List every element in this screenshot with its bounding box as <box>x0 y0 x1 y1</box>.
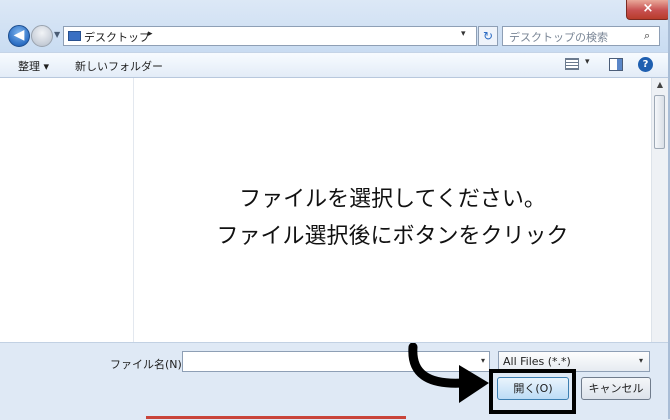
search-input[interactable]: デスクトップの検索 ⌕ <box>502 26 660 46</box>
instruction-line-2: ファイル選択後にボタンをクリック <box>216 224 569 249</box>
vertical-scrollbar[interactable]: ▲ <box>651 78 668 342</box>
forward-button[interactable] <box>31 25 53 47</box>
search-placeholder: デスクトップの検索 <box>509 31 608 44</box>
desktop-icon <box>68 31 81 41</box>
navigation-pane[interactable] <box>0 78 134 342</box>
view-options-icon[interactable] <box>565 58 579 70</box>
preview-pane-icon[interactable] <box>609 58 623 71</box>
organize-button[interactable]: 整理 ▾ <box>18 58 49 74</box>
toolbar: 整理 ▾ 新しいフォルダー ▾ ? <box>0 52 670 78</box>
open-button[interactable]: 開く(O) <box>497 377 569 400</box>
file-type-dropdown-icon[interactable]: ▾ <box>639 356 643 365</box>
new-folder-button[interactable]: 新しいフォルダー <box>75 58 163 74</box>
address-dropdown-icon[interactable]: ▾ <box>461 29 466 39</box>
filename-label: ファイル名(N): <box>110 358 186 371</box>
view-dropdown-icon[interactable]: ▾ <box>585 57 590 67</box>
help-icon[interactable]: ? <box>638 57 653 72</box>
address-bar[interactable]: デスクトップ ▸ ▾ <box>63 26 477 46</box>
address-location[interactable]: デスクトップ <box>84 29 150 45</box>
search-icon[interactable]: ⌕ <box>644 29 650 43</box>
refresh-button[interactable]: ↻ <box>478 26 498 46</box>
instruction-line-1: ファイルを選択してください。 <box>239 187 546 212</box>
history-dropdown[interactable]: ▼ <box>54 31 62 39</box>
close-button[interactable]: × <box>626 0 670 20</box>
breadcrumb-chevron-icon[interactable]: ▸ <box>148 29 153 39</box>
scroll-thumb[interactable] <box>654 95 665 149</box>
dialog-footer: ファイル名(N): ▾ All Files (*.*) ▾ 開く(O) キャンセ… <box>0 342 668 419</box>
file-type-value[interactable]: All Files (*.*) <box>503 355 571 368</box>
back-button[interactable]: ◀ <box>8 25 30 47</box>
scroll-up-icon[interactable]: ▲ <box>652 78 668 92</box>
cancel-button[interactable]: キャンセル <box>581 377 651 400</box>
pointing-arrow-icon <box>408 343 489 403</box>
